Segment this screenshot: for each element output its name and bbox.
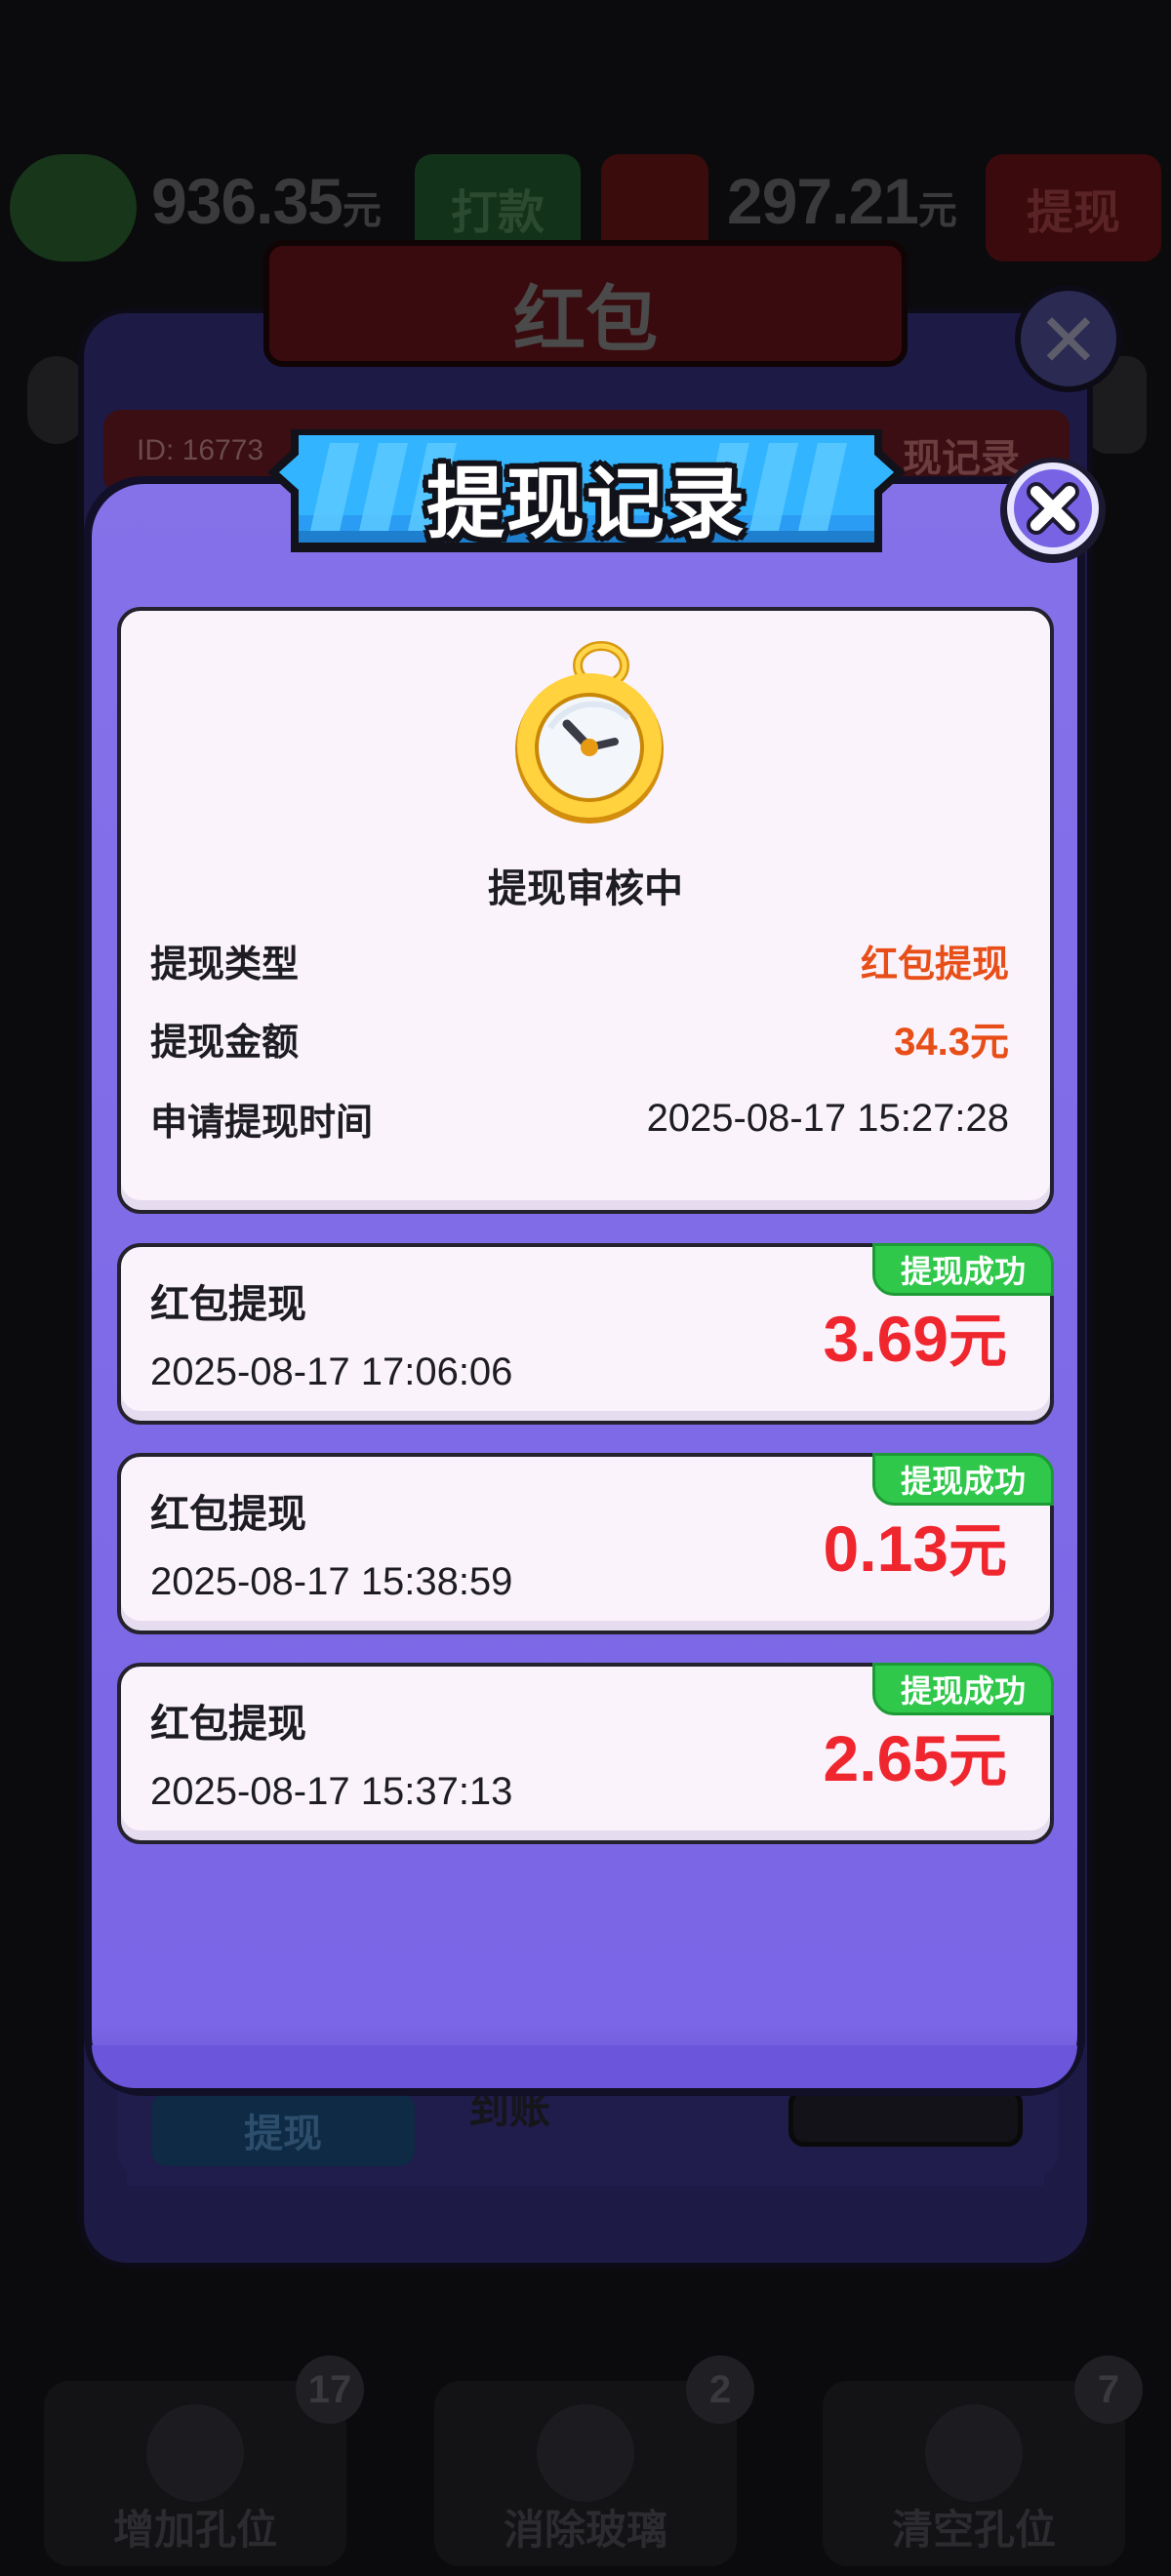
detail-label: 提现类型	[150, 942, 300, 986]
detail-row-type: 提现类型 红包提现	[150, 933, 1009, 987]
detail-row-amount: 提现金额 34.3元	[150, 1011, 1009, 1066]
screen: 936.35元 打款 297.21元 提现 ID: 16773 现记录 红包 ✕…	[0, 0, 1171, 2576]
modal-title-banner: 提现记录	[262, 422, 911, 560]
redpacket-banner: 红包	[263, 240, 908, 367]
redpacket-withdraw-button[interactable]: 提现	[151, 2093, 415, 2166]
record-title: 红包提现	[150, 1492, 306, 1537]
tool-clear-slots[interactable]: 7 清空孔位	[823, 2355, 1143, 2566]
withdraw-status: 提现审核中	[488, 866, 683, 911]
record-time: 2025-08-17 15:38:59	[150, 1560, 513, 1603]
detail-value: 34.3元	[894, 1021, 1009, 1064]
success-badge: 提现成功	[872, 1663, 1054, 1715]
redpacket-dark-button[interactable]	[788, 2088, 1023, 2147]
detail-label: 申请提现时间	[150, 1100, 374, 1144]
settings-icon[interactable]	[27, 356, 86, 444]
tool-count: 2	[686, 2355, 754, 2424]
record-amount: 3.69元	[823, 1303, 1007, 1376]
detail-value: 红包提现	[860, 942, 1009, 986]
redpacket-close-button[interactable]: ✕	[1015, 285, 1122, 392]
record-item[interactable]: 红包提现 2025-08-17 15:37:13 2.65元 提现成功	[117, 1663, 1054, 1844]
record-item[interactable]: 红包提现 2025-08-17 17:06:06 3.69元 提现成功	[117, 1243, 1054, 1425]
detail-label: 提现金额	[150, 1020, 300, 1064]
record-amount: 0.13元	[823, 1512, 1007, 1586]
modal-bottom-edge	[92, 2045, 1077, 2088]
close-button[interactable]	[997, 455, 1109, 566]
tool-remove-glass[interactable]: 2 消除玻璃	[434, 2355, 754, 2566]
hammer-icon	[537, 2404, 634, 2502]
record-item[interactable]: 红包提现 2025-08-17 15:38:59 0.13元 提现成功	[117, 1453, 1054, 1634]
tool-label: 清空孔位	[891, 2506, 1056, 2554]
cash-balance: 297.21元	[727, 165, 957, 237]
record-amount: 2.65元	[823, 1722, 1007, 1795]
record-time: 2025-08-17 17:06:06	[150, 1350, 513, 1393]
tool-add-slot[interactable]: 17 增加孔位	[44, 2355, 364, 2566]
record-title: 红包提现	[150, 1282, 306, 1327]
tool-label: 增加孔位	[112, 2506, 277, 2554]
record-time: 2025-08-17 15:37:13	[150, 1770, 513, 1813]
tool-count: 17	[296, 2355, 364, 2424]
wechat-icon	[10, 154, 137, 262]
magnifier-icon	[146, 2404, 244, 2502]
detail-row-time: 申请提现时间 2025-08-17 15:27:28	[150, 1091, 1009, 1146]
redpacket-title: 红包	[513, 278, 658, 362]
withdraw-top-button[interactable]: 提现	[986, 154, 1161, 262]
tool-count: 7	[1074, 2355, 1143, 2424]
record-title: 红包提现	[150, 1702, 306, 1747]
success-badge: 提现成功	[872, 1453, 1054, 1506]
detail-value: 2025-08-17 15:27:28	[646, 1096, 1009, 1140]
user-id: ID: 16773	[137, 434, 264, 466]
modal-title: 提现记录	[426, 459, 747, 549]
wallet-balance: 936.35元	[151, 165, 382, 237]
close-icon	[1000, 458, 1106, 563]
stopwatch-icon	[515, 641, 664, 824]
success-badge: 提现成功	[872, 1243, 1054, 1296]
tool-label: 消除玻璃	[503, 2506, 667, 2554]
close-icon: ✕	[1037, 297, 1100, 383]
pending-withdraw-card: 提现审核中 提现类型 红包提现 提现金额 34.3元 申请提现时间 2025-0…	[117, 607, 1054, 1214]
trash-icon	[925, 2404, 1023, 2502]
